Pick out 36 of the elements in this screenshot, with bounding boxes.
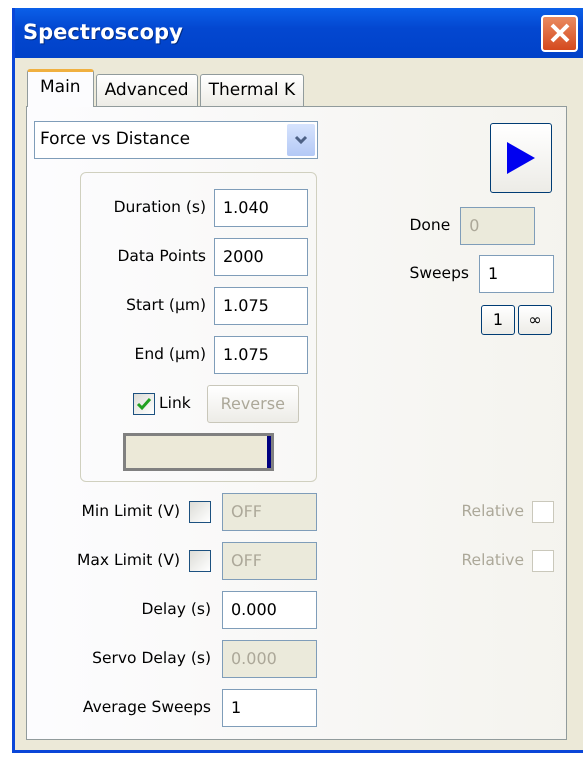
run-button[interactable] bbox=[490, 123, 552, 193]
field-label: Duration (s) bbox=[112, 197, 206, 218]
checkbox-label: Relative bbox=[461, 501, 524, 522]
field-label: Delay (s) bbox=[140, 599, 211, 620]
checkbox-label: Relative bbox=[461, 550, 524, 572]
input-field[interactable]: 0.000 bbox=[222, 591, 317, 629]
field-label: Done bbox=[409, 215, 450, 236]
checkbox-label: Link bbox=[159, 393, 191, 414]
field-label: Min Limit (V) bbox=[82, 501, 180, 522]
close-button[interactable] bbox=[541, 14, 578, 52]
play-icon bbox=[507, 142, 535, 174]
field-label: Data Points bbox=[116, 246, 206, 268]
link-checkbox[interactable] bbox=[133, 393, 155, 415]
tab[interactable]: Main bbox=[27, 69, 94, 107]
mode-dropdown[interactable]: Force vs Distance bbox=[34, 121, 318, 159]
input-field[interactable]: 1.075 bbox=[214, 336, 308, 374]
input-field[interactable]: 1.075 bbox=[214, 287, 308, 325]
input-field[interactable]: 1 bbox=[479, 255, 554, 293]
field-label: Max Limit (V) bbox=[76, 550, 180, 572]
tab[interactable]: Advanced bbox=[96, 74, 198, 106]
field-label: Servo Delay (s) bbox=[91, 648, 211, 670]
input-field[interactable]: 2000 bbox=[214, 238, 308, 276]
tab[interactable]: Thermal K bbox=[200, 74, 304, 106]
input-field[interactable]: 1 bbox=[222, 689, 317, 727]
input-field[interactable]: 1.040 bbox=[214, 189, 308, 227]
field-label: Sweeps bbox=[409, 263, 469, 284]
window-title: Spectroscopy bbox=[23, 19, 183, 46]
chevron-down-icon bbox=[294, 135, 308, 145]
dropdown-value: Force vs Distance bbox=[40, 128, 190, 152]
field-label: End (µm) bbox=[134, 344, 206, 366]
preset-button[interactable]: ∞ bbox=[518, 305, 552, 335]
check-icon bbox=[136, 397, 152, 411]
close-icon bbox=[548, 22, 570, 44]
preset-button[interactable]: 1 bbox=[481, 305, 515, 335]
field-label: Average Sweeps bbox=[82, 697, 211, 718]
field-label: Start (µm) bbox=[125, 295, 206, 316]
